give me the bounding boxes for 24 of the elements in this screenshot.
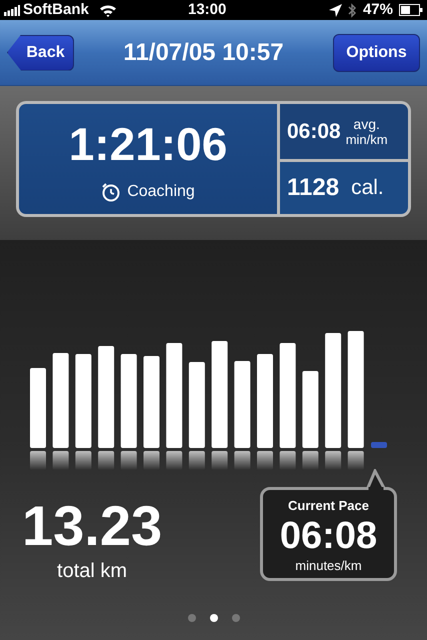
- calories-value: 1128: [287, 173, 340, 203]
- distance-unit: total km: [57, 559, 128, 584]
- carrier-name: SoftBank: [23, 0, 89, 20]
- calories-unit: cal.: [351, 175, 384, 202]
- battery-percent: 47%: [362, 0, 393, 20]
- options-button[interactable]: Options: [333, 34, 420, 72]
- bluetooth-icon: [348, 2, 357, 18]
- coaching-label: Coaching: [127, 182, 195, 202]
- nav-title: 11/07/05 10:57: [122, 38, 285, 68]
- current-pace-title: Current Pace: [288, 497, 369, 515]
- wifi-icon: [98, 4, 117, 16]
- status-time: 13:00: [188, 0, 226, 20]
- location-arrow-icon: [328, 4, 342, 16]
- back-button[interactable]: Back: [7, 34, 74, 70]
- distance-value: 13.23: [22, 496, 162, 556]
- signal-icon: [4, 4, 20, 16]
- battery-icon: [399, 4, 423, 16]
- stopwatch-icon: [101, 182, 122, 202]
- current-pace-unit: minutes/km: [295, 556, 362, 574]
- duration-value: 1:21:06: [68, 118, 228, 170]
- current-pace-value: 06:08: [280, 516, 378, 556]
- average-label: avg.: [353, 116, 380, 132]
- average-pace: 06:08: [287, 118, 341, 145]
- pace-unit: min/km: [346, 132, 388, 148]
